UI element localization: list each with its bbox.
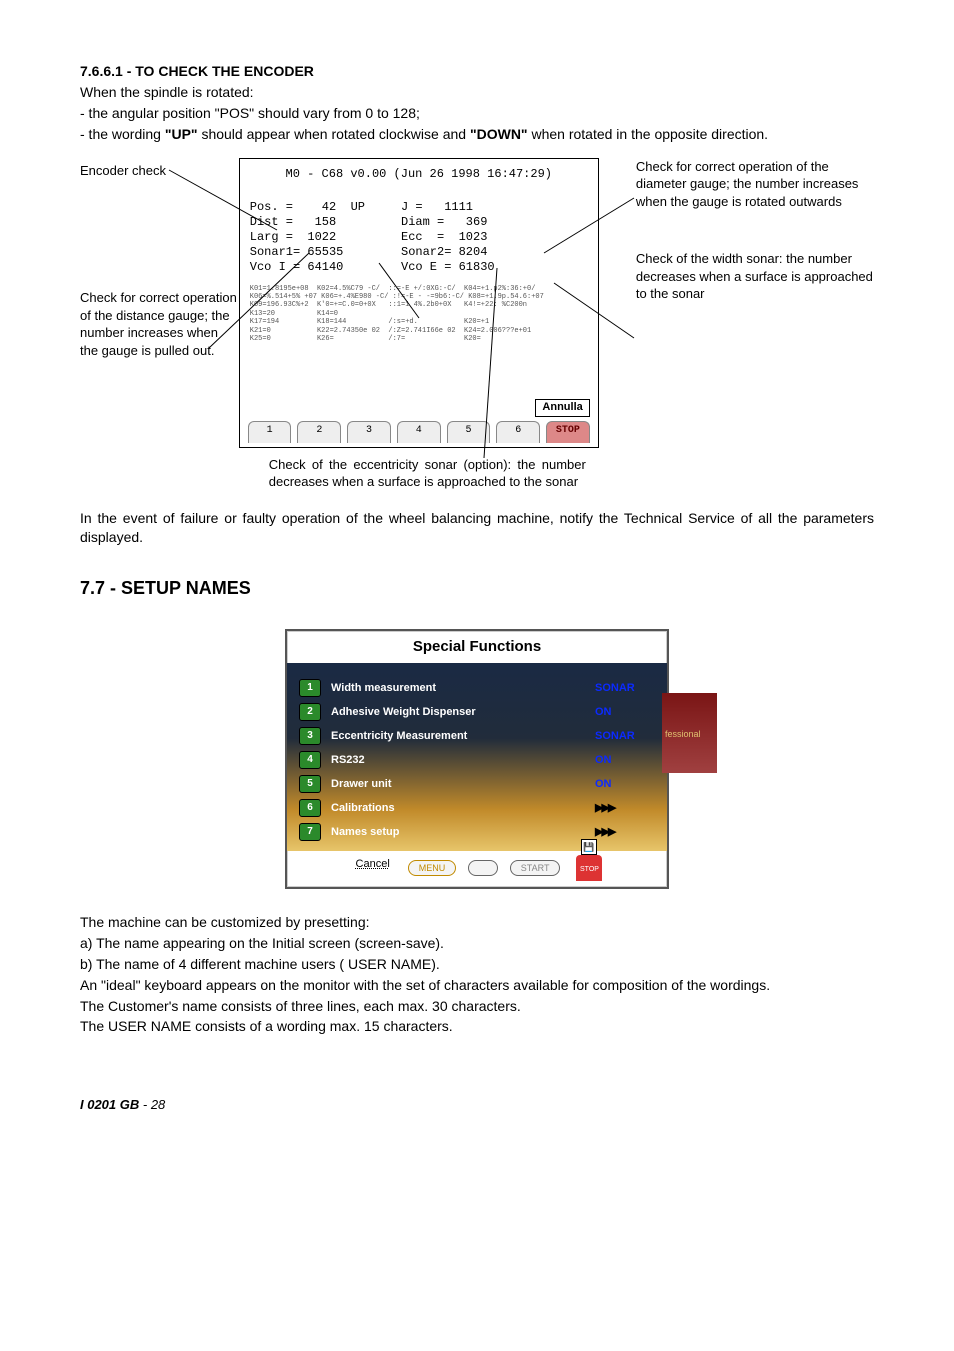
encoder-heading: 7.6.6.1 - TO CHECK THE ENCODER: [80, 62, 874, 81]
footer-code: I 0201 GB: [80, 1097, 139, 1112]
tab-4[interactable]: 4: [397, 421, 441, 443]
tab-2[interactable]: 2: [297, 421, 341, 443]
screen-row: Larg = 1022 Ecc = 1023: [250, 230, 588, 245]
sf-num: 7: [299, 823, 321, 841]
encoder-line3: - the wording "UP" should appear when ro…: [80, 125, 874, 144]
sf-item-rs232[interactable]: 4 RS232 ON: [299, 751, 655, 769]
sf-label: Eccentricity Measurement: [331, 729, 595, 744]
screen-row: Vco I = 64140 Vco E = 61830: [250, 260, 588, 275]
sf-val: SONAR: [595, 681, 655, 696]
special-functions-window: Special Functions fessional 1 Width meas…: [285, 629, 669, 889]
sf-val: ON: [595, 753, 655, 768]
sf-num: 5: [299, 775, 321, 793]
tab-3[interactable]: 3: [347, 421, 391, 443]
body-l4: An "ideal" keyboard appears on the monit…: [80, 976, 874, 995]
sf-label: Drawer unit: [331, 777, 595, 792]
diagram-region: Encoder check Check for correct operatio…: [80, 158, 874, 491]
body-l5: The Customer's name consists of three li…: [80, 997, 874, 1016]
sf-body: fessional 1 Width measurement SONAR 2 Ad…: [287, 663, 667, 851]
tab-6[interactable]: 6: [496, 421, 540, 443]
sf-cancel[interactable]: Cancel: [356, 857, 390, 872]
setup-names-body: The machine can be customized by presett…: [80, 913, 874, 1036]
save-icon[interactable]: 💾: [581, 839, 597, 855]
sf-item-drawer[interactable]: 5 Drawer unit ON: [299, 775, 655, 793]
sf-title: Special Functions: [287, 637, 667, 657]
screen-params: K01=1.8195e+08 K02=4.5%C79 -C/ ::=-E +/:…: [250, 285, 588, 344]
sf-label: Adhesive Weight Dispenser: [331, 705, 595, 720]
sf-footer: 💾 Cancel MENU START STOP: [287, 851, 667, 887]
caption-ecc-sonar: Check of the eccentricity sonar (option)…: [269, 456, 586, 491]
encoder-line1: When the spindle is rotated:: [80, 83, 874, 102]
sf-val: ON: [595, 777, 655, 792]
failure-paragraph: In the event of failure or faulty operat…: [80, 509, 874, 547]
sf-item-names-setup[interactable]: 7 Names setup ▶▶▶: [299, 823, 655, 841]
label-encoder-check: Encoder check: [80, 162, 239, 180]
label-distance-gauge: Check for correct operation of the dista…: [80, 289, 239, 359]
screen-row: Pos. = 42 UP J = 1111: [250, 200, 588, 215]
screen-row: Sonar1= 65535 Sonar2= 8204: [250, 245, 588, 260]
sf-stop-button[interactable]: STOP: [576, 855, 602, 881]
right-labels: Check for correct operation of the diame…: [636, 158, 874, 491]
sf-label: Names setup: [331, 825, 595, 840]
label-diameter-gauge: Check for correct operation of the diame…: [636, 158, 874, 211]
screen-tabs: 1 2 3 4 5 6 STOP: [240, 421, 598, 447]
page-footer: I 0201 GB - 28: [80, 1096, 874, 1114]
body-l3: b) The name of 4 different machine users…: [80, 955, 874, 974]
sf-arrows: ▶▶▶: [595, 801, 655, 816]
annulla-button[interactable]: Annulla: [535, 399, 589, 417]
setup-names-heading: 7.7 - SETUP NAMES: [80, 576, 874, 600]
sf-num: 6: [299, 799, 321, 817]
sf-num: 1: [299, 679, 321, 697]
screen-row: Dist = 158 Diam = 369: [250, 215, 588, 230]
screen-header: M0 - C68 v0.00 (Jun 26 1998 16:47:29): [250, 167, 588, 182]
left-labels: Encoder check Check for correct operatio…: [80, 158, 239, 491]
label-width-sonar: Check of the width sonar: the number dec…: [636, 250, 874, 303]
sf-item-calibrations[interactable]: 6 Calibrations ▶▶▶: [299, 799, 655, 817]
sf-val: SONAR: [595, 729, 655, 744]
tab-stop[interactable]: STOP: [546, 421, 590, 443]
tab-1[interactable]: 1: [248, 421, 292, 443]
sf-side-label: fessional: [662, 693, 717, 773]
sf-num: 2: [299, 703, 321, 721]
encoder-line2: - the angular position "POS" should vary…: [80, 104, 874, 123]
section-encoder: 7.6.6.1 - TO CHECK THE ENCODER When the …: [80, 62, 874, 144]
sf-item-adhesive[interactable]: 2 Adhesive Weight Dispenser ON: [299, 703, 655, 721]
sf-item-width[interactable]: 1 Width measurement SONAR: [299, 679, 655, 697]
sf-arrows: ▶▶▶: [595, 825, 655, 840]
footer-page: 28: [151, 1097, 165, 1112]
sf-label: Width measurement: [331, 681, 595, 696]
sf-menu-button[interactable]: MENU: [408, 860, 457, 876]
special-functions-figure: Special Functions fessional 1 Width meas…: [80, 629, 874, 889]
sf-num: 3: [299, 727, 321, 745]
tab-5[interactable]: 5: [447, 421, 491, 443]
center-screen-col: M0 - C68 v0.00 (Jun 26 1998 16:47:29) Po…: [239, 158, 616, 491]
footer-sep: -: [139, 1097, 151, 1112]
sf-label: RS232: [331, 753, 595, 768]
sf-start-button[interactable]: START: [510, 860, 561, 876]
sf-label: Calibrations: [331, 801, 595, 816]
sf-val: ON: [595, 705, 655, 720]
debug-screen: M0 - C68 v0.00 (Jun 26 1998 16:47:29) Po…: [239, 158, 599, 448]
body-l6: The USER NAME consists of a wording max.…: [80, 1017, 874, 1036]
body-l1: The machine can be customized by presett…: [80, 913, 874, 932]
body-l2: a) The name appearing on the Initial scr…: [80, 934, 874, 953]
sf-center-button[interactable]: [468, 860, 498, 876]
sf-num: 4: [299, 751, 321, 769]
sf-item-ecc[interactable]: 3 Eccentricity Measurement SONAR: [299, 727, 655, 745]
